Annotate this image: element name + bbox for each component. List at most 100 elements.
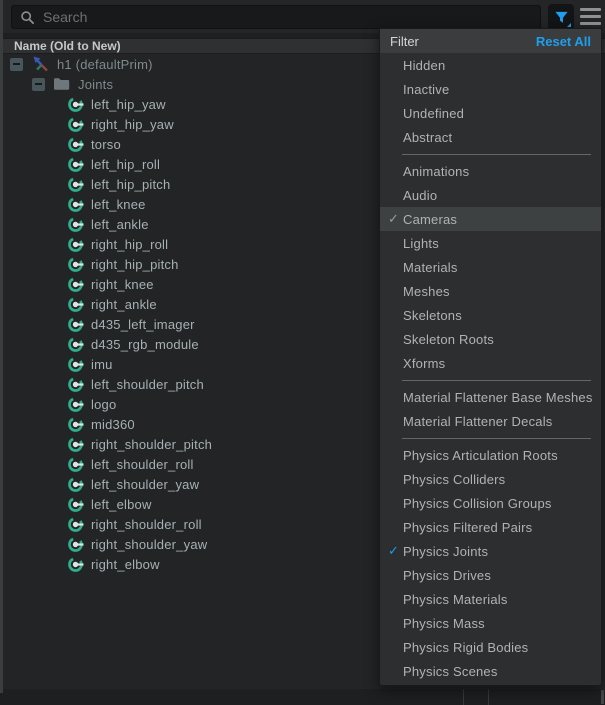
joint-label: d435_rgb_module bbox=[91, 337, 199, 352]
filter-item-label: Physics Drives bbox=[403, 568, 491, 583]
filter-items-container: ✓ Hidden ✓ Inactive ✓ Undefined ✓ Abstra… bbox=[380, 53, 601, 683]
filter-menu-item[interactable]: ✓ Skeletons bbox=[380, 303, 601, 327]
physics-joint-icon bbox=[67, 356, 84, 373]
physics-joint-icon bbox=[67, 436, 84, 453]
filter-menu-item[interactable]: ✓ Physics Drives bbox=[380, 563, 601, 587]
filter-menu-item[interactable]: ✓ Inactive bbox=[380, 77, 601, 101]
filter-item-label: Physics Collision Groups bbox=[403, 496, 552, 511]
joint-label: left_elbow bbox=[91, 497, 152, 512]
joint-label: right_ankle bbox=[91, 297, 157, 312]
filter-item-label: Material Flattener Decals bbox=[403, 414, 553, 429]
physics-joint-icon bbox=[67, 176, 84, 193]
filter-item-label: Skeletons bbox=[403, 308, 462, 323]
reset-all-link[interactable]: Reset All bbox=[536, 34, 591, 49]
filter-menu-item[interactable]: ✓ Physics Collision Groups bbox=[380, 491, 601, 515]
filter-item-label: Xforms bbox=[403, 356, 445, 371]
filter-group-divider bbox=[380, 149, 601, 159]
filter-item-label: Abstract bbox=[403, 130, 452, 145]
joint-label: left_shoulder_pitch bbox=[91, 377, 204, 392]
scrollbar-corner bbox=[601, 690, 604, 704]
column-header-label: Name (Old to New) bbox=[14, 39, 121, 53]
physics-joint-icon bbox=[67, 116, 84, 133]
collapse-icon[interactable] bbox=[32, 78, 45, 91]
filter-menu-item[interactable]: ✓ Physics Joints bbox=[380, 539, 601, 563]
physics-joint-icon bbox=[67, 336, 84, 353]
physics-joint-icon bbox=[67, 536, 84, 553]
physics-joint-icon bbox=[67, 216, 84, 233]
joint-label: left_shoulder_roll bbox=[91, 457, 194, 472]
check-icon: ✓ bbox=[385, 211, 402, 227]
filter-menu-item[interactable]: ✓ Material Flattener Base Meshes bbox=[380, 385, 601, 409]
joints-group-label: Joints bbox=[78, 77, 113, 92]
filter-menu-item[interactable]: ✓ Animations bbox=[380, 159, 601, 183]
filter-menu-item[interactable]: ✓ Material Flattener Decals bbox=[380, 409, 601, 433]
filter-menu-item[interactable]: ✓ Physics Rigid Bodies bbox=[380, 635, 601, 659]
filter-menu-item[interactable]: ✓ Physics Mass bbox=[380, 611, 601, 635]
root-prim-label: h1 (defaultPrim) bbox=[57, 57, 153, 72]
filter-item-label: Physics Articulation Roots bbox=[403, 448, 558, 463]
filter-button[interactable] bbox=[548, 4, 574, 30]
filter-menu-item[interactable]: ✓ Physics Filtered Pairs bbox=[380, 515, 601, 539]
filter-menu-item[interactable]: ✓ Physics Articulation Roots bbox=[380, 443, 601, 467]
physics-joint-icon bbox=[67, 396, 84, 413]
joint-label: left_shoulder_yaw bbox=[91, 477, 199, 492]
physics-joint-icon bbox=[67, 96, 84, 113]
column-divider[interactable] bbox=[488, 689, 489, 705]
filter-menu-item[interactable]: ✓ Skeleton Roots bbox=[380, 327, 601, 351]
joint-label: logo bbox=[91, 397, 116, 412]
filter-menu-item[interactable]: ✓ Xforms bbox=[380, 351, 601, 375]
physics-joint-icon bbox=[67, 516, 84, 533]
xform-icon bbox=[31, 56, 49, 73]
physics-joint-icon bbox=[67, 296, 84, 313]
joint-label: mid360 bbox=[91, 417, 135, 432]
filter-item-label: Physics Filtered Pairs bbox=[403, 520, 532, 535]
joint-label: right_shoulder_pitch bbox=[91, 437, 212, 452]
filter-item-label: Inactive bbox=[403, 82, 449, 97]
filter-group-divider bbox=[380, 375, 601, 385]
physics-joint-icon bbox=[67, 416, 84, 433]
joint-label: d435_left_imager bbox=[91, 317, 195, 332]
filter-menu-item[interactable]: ✓ Physics Scenes bbox=[380, 659, 601, 683]
filter-corner-badge bbox=[567, 23, 571, 27]
filter-item-label: Animations bbox=[403, 164, 469, 179]
physics-joint-icon bbox=[67, 556, 84, 573]
filter-menu-item[interactable]: ✓ Hidden bbox=[380, 53, 601, 77]
joint-label: right_hip_roll bbox=[91, 237, 168, 252]
filter-item-label: Cameras bbox=[403, 212, 457, 227]
physics-joint-icon bbox=[67, 496, 84, 513]
filter-item-label: Undefined bbox=[403, 106, 464, 121]
filter-menu-item[interactable]: ✓ Physics Colliders bbox=[380, 467, 601, 491]
column-divider[interactable] bbox=[463, 689, 464, 705]
joint-label: imu bbox=[91, 357, 113, 372]
options-menu-icon[interactable] bbox=[580, 8, 601, 25]
filter-menu-item[interactable]: ✓ Materials bbox=[380, 255, 601, 279]
check-icon: ✓ bbox=[385, 543, 402, 559]
search-box[interactable] bbox=[11, 5, 541, 29]
physics-joint-icon bbox=[67, 316, 84, 333]
physics-joint-icon bbox=[67, 256, 84, 273]
filter-menu-item[interactable]: ✓ Meshes bbox=[380, 279, 601, 303]
search-input[interactable] bbox=[43, 9, 532, 25]
physics-joint-icon bbox=[67, 236, 84, 253]
joint-label: right_hip_yaw bbox=[91, 117, 174, 132]
joint-label: right_hip_pitch bbox=[91, 257, 179, 272]
filter-menu-item[interactable]: ✓ Undefined bbox=[380, 101, 601, 125]
filter-menu-item[interactable]: ✓ Audio bbox=[380, 183, 601, 207]
filter-item-label: Material Flattener Base Meshes bbox=[403, 390, 593, 405]
filter-item-label: Physics Materials bbox=[403, 592, 508, 607]
filter-item-label: Materials bbox=[403, 260, 458, 275]
collapse-icon[interactable] bbox=[10, 58, 23, 71]
filter-menu-item[interactable]: ✓ Lights bbox=[380, 231, 601, 255]
filter-menu-item[interactable]: ✓ Abstract bbox=[380, 125, 601, 149]
filter-panel-header: Filter Reset All bbox=[380, 29, 601, 53]
filter-item-label: Hidden bbox=[403, 58, 445, 73]
filter-group-divider bbox=[380, 433, 601, 443]
filter-item-label: Physics Joints bbox=[403, 544, 488, 559]
filter-menu-item[interactable]: ✓ Physics Materials bbox=[380, 587, 601, 611]
joint-label: left_knee bbox=[91, 197, 146, 212]
physics-joint-icon bbox=[67, 156, 84, 173]
filter-item-label: Skeleton Roots bbox=[403, 332, 494, 347]
filter-menu-item[interactable]: ✓ Cameras bbox=[380, 207, 601, 231]
filter-item-label: Physics Mass bbox=[403, 616, 485, 631]
joint-label: right_knee bbox=[91, 277, 154, 292]
